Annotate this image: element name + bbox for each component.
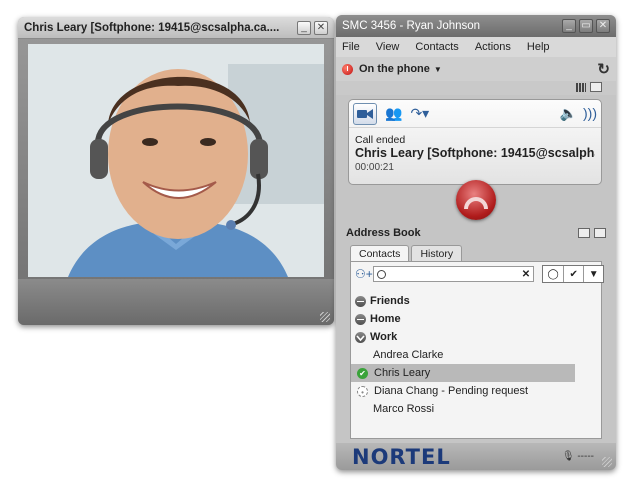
video-title-bar[interactable]: Chris Leary [Softphone: 19415@scsalpha.c…: [18, 17, 334, 39]
search-icon: [376, 269, 386, 279]
restore-icon[interactable]: ▭: [579, 19, 593, 33]
address-book-tabs: Contacts History: [350, 245, 464, 262]
filter-dropdown-icon[interactable]: ▼: [583, 266, 604, 282]
group-home[interactable]: Home: [351, 310, 601, 328]
pending-status-icon: •: [357, 385, 368, 397]
presence-selector[interactable]: On the phone ▼ ↻: [336, 57, 616, 81]
close-icon[interactable]: ✕: [314, 20, 328, 35]
busy-status-icon: [342, 63, 353, 75]
presence-label: On the phone: [359, 63, 430, 75]
resize-grip-icon[interactable]: [602, 457, 612, 467]
tab-history[interactable]: History: [411, 245, 463, 262]
transfer-icon[interactable]: ↷▾: [410, 105, 429, 122]
menu-file[interactable]: File: [342, 41, 360, 53]
minimize-icon[interactable]: _: [562, 19, 576, 33]
contact-name: Marco Rossi: [373, 403, 435, 415]
group-collapsed-icon: [355, 313, 366, 325]
group-work[interactable]: Work: [351, 328, 601, 346]
group-friends[interactable]: Friends: [351, 292, 601, 310]
menu-help[interactable]: Help: [527, 41, 550, 53]
contacts-toolbar: ⚇+ ✕ ◯ ✔ ▼: [351, 262, 605, 286]
list-item[interactable]: Andrea Clarke: [351, 346, 601, 364]
video-camera-button[interactable]: [353, 102, 377, 125]
group-collapsed-icon: [355, 295, 366, 307]
minimize-icon[interactable]: _: [297, 20, 311, 35]
menu-bar: File View Contacts Actions Help: [336, 37, 616, 57]
contact-name: Andrea Clarke: [373, 349, 444, 361]
conference-icon[interactable]: 👥: [385, 105, 402, 122]
volume-icon[interactable]: ))): [583, 105, 597, 122]
call-duration: 00:00:21: [355, 162, 394, 173]
refresh-icon[interactable]: ↻: [597, 60, 610, 78]
list-item[interactable]: ✔ Chris Leary: [351, 364, 575, 382]
hangup-button[interactable]: [456, 180, 496, 220]
smc-window: SMC 3456 - Ryan Johnson _ ▭ ✕ File View …: [336, 15, 616, 470]
smc-title-bar[interactable]: SMC 3456 - Ryan Johnson _ ▭ ✕: [336, 15, 616, 37]
search-box: ✕: [372, 266, 535, 282]
call-info: Call ended Chris Leary [Softphone: 19415…: [349, 128, 601, 173]
signal-level: -----: [577, 451, 594, 462]
list-item[interactable]: Marco Rossi: [351, 400, 601, 418]
call-status: Call ended: [355, 134, 406, 146]
collapse-icon[interactable]: [590, 82, 602, 92]
address-book-title: Address Book: [346, 227, 421, 239]
video-control-area: [18, 279, 334, 325]
close-icon[interactable]: ✕: [596, 19, 610, 33]
contact-name: Diana Chang - Pending request: [374, 385, 529, 397]
contact-list: Friends Home Work Andrea Clarke ✔ Chris …: [351, 292, 601, 418]
smc-window-title: SMC 3456 - Ryan Johnson: [342, 20, 481, 32]
filter-all-icon[interactable]: ◯: [543, 266, 564, 282]
detach-panel-icon[interactable]: [594, 228, 606, 238]
group-label: Work: [370, 331, 398, 343]
nortel-logo: NORTEL: [352, 445, 451, 469]
video-window-title: Chris Leary [Softphone: 19415@scsalpha.c…: [24, 21, 280, 34]
menu-view[interactable]: View: [376, 41, 400, 53]
chevron-down-icon[interactable]: ▼: [434, 65, 442, 74]
filter-buttons: ◯ ✔ ▼: [542, 265, 605, 283]
speaker-icon[interactable]: 🔈: [560, 105, 577, 122]
signal-status: 🎙 -----: [562, 451, 594, 462]
search-input[interactable]: [389, 268, 522, 280]
microphone-icon[interactable]: 🎙: [562, 451, 575, 462]
tab-contacts[interactable]: Contacts: [350, 245, 410, 262]
video-camera-icon: [357, 108, 373, 119]
video-feed: [28, 44, 324, 277]
filter-online-icon[interactable]: ✔: [563, 266, 584, 282]
minimize-panel-icon[interactable]: [578, 228, 590, 238]
footer-bar: NORTEL 🎙 -----: [336, 443, 616, 470]
menu-actions[interactable]: Actions: [475, 41, 511, 53]
group-expanded-icon: [355, 331, 366, 343]
add-contact-icon[interactable]: ⚇+: [355, 267, 373, 281]
resize-grip-icon[interactable]: [320, 312, 330, 322]
clear-search-icon[interactable]: ✕: [522, 269, 530, 280]
call-controls: 👥 ↷▾ 🔈 ))): [349, 100, 601, 128]
menu-contacts[interactable]: Contacts: [415, 41, 458, 53]
call-panel: 👥 ↷▾ 🔈 ))) Call ended Chris Leary [Softp…: [348, 99, 602, 185]
list-item[interactable]: • Diana Chang - Pending request: [351, 382, 601, 400]
address-book-header: Address Book: [346, 225, 606, 241]
online-status-icon: ✔: [357, 367, 368, 379]
contacts-panel: ⚇+ ✕ ◯ ✔ ▼ Friends Home Work Andrea Clar…: [350, 261, 605, 439]
group-label: Home: [370, 313, 401, 325]
toolbar-strip: [336, 81, 616, 95]
call-party-name: Chris Leary [Softphone: 19415@scsalpha..…: [355, 146, 595, 160]
dialpad-icon[interactable]: [576, 83, 586, 92]
contact-name: Chris Leary: [374, 367, 431, 379]
group-label: Friends: [370, 295, 410, 307]
phone-hangup-icon: [464, 197, 488, 209]
video-window: Chris Leary [Softphone: 19415@scsalpha.c…: [18, 17, 334, 325]
